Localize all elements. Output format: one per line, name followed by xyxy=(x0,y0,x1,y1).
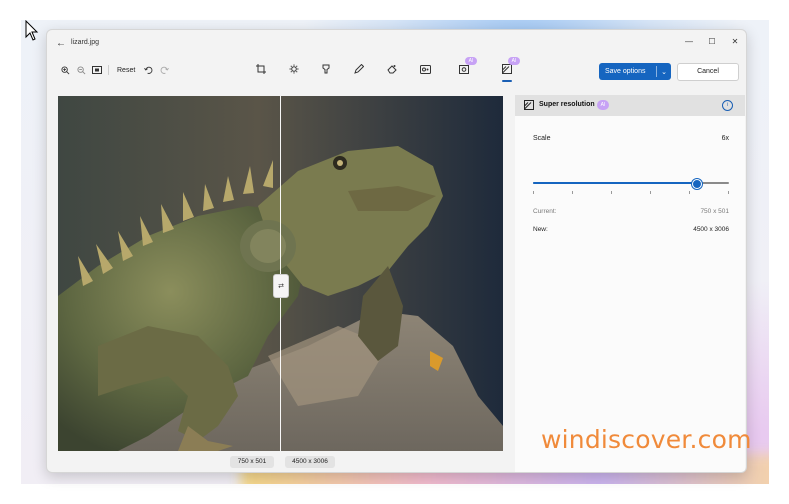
slider-tick xyxy=(689,191,690,194)
erase-icon[interactable] xyxy=(384,61,400,77)
slider-tick xyxy=(611,191,612,194)
save-options-label: Save options xyxy=(605,68,646,75)
window-title: lizard.jpg xyxy=(71,39,100,46)
toolbar-separator xyxy=(108,65,109,75)
crop-icon[interactable] xyxy=(253,61,269,77)
slider-tick xyxy=(650,191,651,194)
photos-app-window: ← lizard.jpg — ☐ ✕ Reset AI AI Save opti… xyxy=(46,29,747,473)
watermark-text: windiscover.com xyxy=(541,425,752,454)
ai-badge: AI xyxy=(597,100,609,110)
zoom-in-icon[interactable] xyxy=(58,63,72,77)
generative-erase-icon[interactable]: AI xyxy=(456,57,477,77)
panel-title: Super resolution xyxy=(539,101,595,108)
scale-slider-fill xyxy=(533,182,696,184)
scale-value: 6x xyxy=(721,135,729,142)
close-icon[interactable]: ✕ xyxy=(724,35,746,49)
scale-slider[interactable] xyxy=(533,179,729,189)
filter-icon[interactable] xyxy=(318,61,334,77)
back-arrow-icon[interactable]: ← xyxy=(54,37,68,51)
scale-slider-thumb[interactable] xyxy=(692,179,702,189)
mouse-cursor-icon xyxy=(25,20,39,41)
chevron-down-icon[interactable]: ⌄ xyxy=(657,68,671,76)
reset-button[interactable]: Reset xyxy=(113,67,139,74)
ai-badge: AI xyxy=(465,57,477,65)
new-label: New: xyxy=(533,226,548,233)
panel-header: Super resolution AI i xyxy=(515,95,745,116)
slider-tick xyxy=(728,191,729,194)
redo-icon[interactable] xyxy=(157,63,171,77)
scale-label: Scale xyxy=(533,135,551,142)
cancel-button[interactable]: Cancel xyxy=(677,63,739,81)
slider-tick xyxy=(533,191,534,194)
background-blur-icon[interactable] xyxy=(417,61,433,77)
undo-icon[interactable] xyxy=(141,63,155,77)
upscaled-size-label: 4500 x 3006 xyxy=(285,456,335,468)
slider-tick xyxy=(572,191,573,194)
super-resolution-panel: Super resolution AI i Scale 6x Current: … xyxy=(515,95,745,472)
zoom-out-icon[interactable] xyxy=(74,63,88,77)
original-size-label: 750 x 501 xyxy=(230,456,274,468)
markup-icon[interactable] xyxy=(351,61,367,77)
comparison-handle-icon[interactable]: ⇄ xyxy=(273,274,289,298)
fit-to-window-icon[interactable] xyxy=(90,63,104,77)
current-label: Current: xyxy=(533,208,557,215)
title-bar: ← lizard.jpg — ☐ ✕ xyxy=(47,30,746,58)
new-value: 4500 x 3006 xyxy=(693,226,729,233)
image-canvas[interactable]: ⇄ xyxy=(58,96,503,451)
zoom-group: Reset xyxy=(58,62,171,78)
minimize-icon[interactable]: — xyxy=(678,35,700,49)
super-resolution-icon[interactable]: AI xyxy=(499,57,520,82)
save-options-button[interactable]: Save options ⌄ xyxy=(599,63,671,80)
super-resolution-icon xyxy=(524,100,534,110)
ai-badge: AI xyxy=(508,57,520,65)
current-value: 750 x 501 xyxy=(700,208,729,215)
selected-tool-indicator xyxy=(502,80,512,82)
info-icon[interactable]: i xyxy=(722,100,733,111)
maximize-icon[interactable]: ☐ xyxy=(701,35,723,49)
adjust-icon[interactable] xyxy=(286,61,302,77)
